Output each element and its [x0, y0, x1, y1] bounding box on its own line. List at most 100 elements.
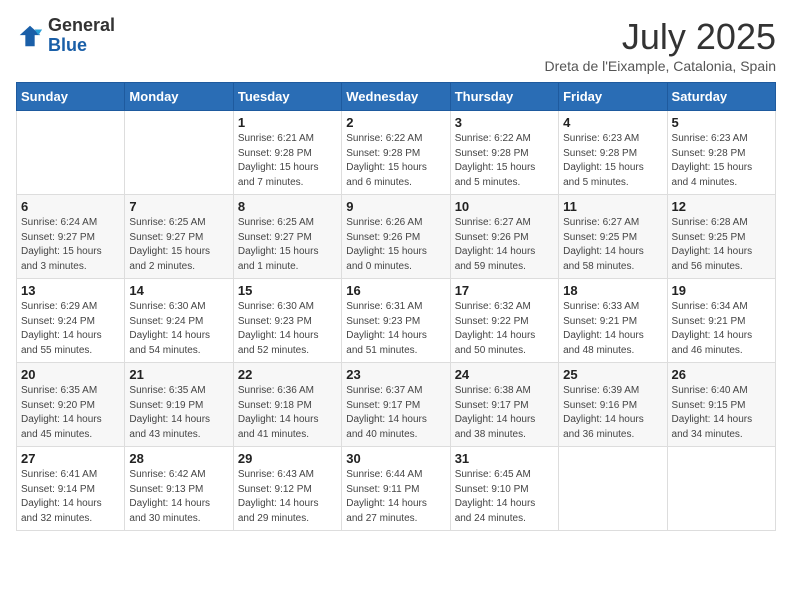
day-number: 5: [672, 115, 771, 130]
day-number: 11: [563, 199, 662, 214]
day-header-tuesday: Tuesday: [233, 83, 341, 111]
day-number: 22: [238, 367, 337, 382]
calendar-week-2: 6 Sunrise: 6:24 AM Sunset: 9:27 PM Daylig…: [17, 195, 776, 279]
day-info: Sunrise: 6:22 AM Sunset: 9:28 PM Dayligh…: [346, 132, 445, 190]
day-number: 10: [455, 199, 554, 214]
logo: General Blue: [16, 16, 115, 56]
day-info: Sunrise: 6:44 AM Sunset: 9:11 PM Dayligh…: [346, 468, 445, 526]
day-info: Sunrise: 6:25 AM Sunset: 9:27 PM Dayligh…: [129, 216, 228, 274]
title-block: July 2025 Dreta de l'Eixample, Catalonia…: [545, 16, 776, 74]
calendar-cell: 1 Sunrise: 6:21 AM Sunset: 9:28 PM Daylig…: [233, 111, 341, 195]
day-info: Sunrise: 6:39 AM Sunset: 9:16 PM Dayligh…: [563, 384, 662, 442]
calendar-cell: 5 Sunrise: 6:23 AM Sunset: 9:28 PM Daylig…: [667, 111, 775, 195]
calendar-cell: 11Sunrise: 6:27 AM Sunset: 9:25 PM Dayli…: [559, 195, 667, 279]
day-number: 7: [129, 199, 228, 214]
calendar-cell: 18 Sunrise: 6:33 AM Sunset: 9:21 PM Dayli…: [559, 279, 667, 363]
day-header-saturday: Saturday: [667, 83, 775, 111]
day-info: Sunrise: 6:34 AM Sunset: 9:21 PM Dayligh…: [672, 300, 771, 358]
calendar-cell: 31 Sunrise: 6:45 AM Sunset: 9:10 PM Dayli…: [450, 447, 558, 531]
day-number: 24: [455, 367, 554, 382]
calendar-cell: 4Sunrise: 6:23 AM Sunset: 9:28 PM Daylig…: [559, 111, 667, 195]
logo-icon: [16, 22, 44, 50]
calendar-cell: 16 Sunrise: 6:31 AM Sunset: 9:23 PM Dayli…: [342, 279, 450, 363]
calendar-cell: 13 Sunrise: 6:29 AM Sunset: 9:24 PM Dayli…: [17, 279, 125, 363]
calendar-cell: 21Sunrise: 6:35 AM Sunset: 9:19 PM Dayli…: [125, 363, 233, 447]
logo-text: General Blue: [48, 16, 115, 56]
calendar-table: SundayMondayTuesdayWednesdayThursdayFrid…: [16, 82, 776, 531]
calendar-cell: 3 Sunrise: 6:22 AM Sunset: 9:28 PM Daylig…: [450, 111, 558, 195]
header-row: SundayMondayTuesdayWednesdayThursdayFrid…: [17, 83, 776, 111]
calendar-week-5: 27 Sunrise: 6:41 AM Sunset: 9:14 PM Dayli…: [17, 447, 776, 531]
calendar-cell: 28Sunrise: 6:42 AM Sunset: 9:13 PM Dayli…: [125, 447, 233, 531]
calendar-week-3: 13 Sunrise: 6:29 AM Sunset: 9:24 PM Dayli…: [17, 279, 776, 363]
day-info: Sunrise: 6:24 AM Sunset: 9:27 PM Dayligh…: [21, 216, 120, 274]
calendar-cell: 10 Sunrise: 6:27 AM Sunset: 9:26 PM Dayli…: [450, 195, 558, 279]
day-number: 17: [455, 283, 554, 298]
calendar-cell: 26Sunrise: 6:40 AM Sunset: 9:15 PM Dayli…: [667, 363, 775, 447]
day-number: 16: [346, 283, 445, 298]
day-header-monday: Monday: [125, 83, 233, 111]
day-info: Sunrise: 6:30 AM Sunset: 9:24 PM Dayligh…: [129, 300, 228, 358]
day-number: 30: [346, 451, 445, 466]
day-number: 15: [238, 283, 337, 298]
calendar-cell: 9 Sunrise: 6:26 AM Sunset: 9:26 PM Daylig…: [342, 195, 450, 279]
calendar-cell: 17 Sunrise: 6:32 AM Sunset: 9:22 PM Dayli…: [450, 279, 558, 363]
day-info: Sunrise: 6:26 AM Sunset: 9:26 PM Dayligh…: [346, 216, 445, 274]
month-year-title: July 2025: [545, 16, 776, 58]
calendar-cell: 29Sunrise: 6:43 AM Sunset: 9:12 PM Dayli…: [233, 447, 341, 531]
day-header-friday: Friday: [559, 83, 667, 111]
calendar-cell: 27 Sunrise: 6:41 AM Sunset: 9:14 PM Dayli…: [17, 447, 125, 531]
calendar-cell: 22Sunrise: 6:36 AM Sunset: 9:18 PM Dayli…: [233, 363, 341, 447]
calendar-cell: 8 Sunrise: 6:25 AM Sunset: 9:27 PM Daylig…: [233, 195, 341, 279]
day-number: 31: [455, 451, 554, 466]
calendar-cell: 2Sunrise: 6:22 AM Sunset: 9:28 PM Daylig…: [342, 111, 450, 195]
day-info: Sunrise: 6:29 AM Sunset: 9:24 PM Dayligh…: [21, 300, 120, 358]
day-number: 18: [563, 283, 662, 298]
calendar-cell: 19Sunrise: 6:34 AM Sunset: 9:21 PM Dayli…: [667, 279, 775, 363]
day-info: Sunrise: 6:38 AM Sunset: 9:17 PM Dayligh…: [455, 384, 554, 442]
logo-blue-text: Blue: [48, 36, 115, 56]
day-info: Sunrise: 6:25 AM Sunset: 9:27 PM Dayligh…: [238, 216, 337, 274]
day-info: Sunrise: 6:28 AM Sunset: 9:25 PM Dayligh…: [672, 216, 771, 274]
day-info: Sunrise: 6:30 AM Sunset: 9:23 PM Dayligh…: [238, 300, 337, 358]
day-info: Sunrise: 6:35 AM Sunset: 9:19 PM Dayligh…: [129, 384, 228, 442]
day-info: Sunrise: 6:22 AM Sunset: 9:28 PM Dayligh…: [455, 132, 554, 190]
day-info: Sunrise: 6:23 AM Sunset: 9:28 PM Dayligh…: [672, 132, 771, 190]
calendar-cell: [559, 447, 667, 531]
day-number: 9: [346, 199, 445, 214]
calendar-cell: 23Sunrise: 6:37 AM Sunset: 9:17 PM Dayli…: [342, 363, 450, 447]
day-info: Sunrise: 6:21 AM Sunset: 9:28 PM Dayligh…: [238, 132, 337, 190]
calendar-header: SundayMondayTuesdayWednesdayThursdayFrid…: [17, 83, 776, 111]
day-info: Sunrise: 6:41 AM Sunset: 9:14 PM Dayligh…: [21, 468, 120, 526]
calendar-cell: [125, 111, 233, 195]
day-info: Sunrise: 6:32 AM Sunset: 9:22 PM Dayligh…: [455, 300, 554, 358]
day-number: 27: [21, 451, 120, 466]
day-header-thursday: Thursday: [450, 83, 558, 111]
calendar-body: 1 Sunrise: 6:21 AM Sunset: 9:28 PM Daylig…: [17, 111, 776, 531]
day-info: Sunrise: 6:33 AM Sunset: 9:21 PM Dayligh…: [563, 300, 662, 358]
day-number: 4: [563, 115, 662, 130]
day-info: Sunrise: 6:31 AM Sunset: 9:23 PM Dayligh…: [346, 300, 445, 358]
calendar-cell: 12Sunrise: 6:28 AM Sunset: 9:25 PM Dayli…: [667, 195, 775, 279]
day-info: Sunrise: 6:27 AM Sunset: 9:26 PM Dayligh…: [455, 216, 554, 274]
day-number: 13: [21, 283, 120, 298]
calendar-cell: 25Sunrise: 6:39 AM Sunset: 9:16 PM Dayli…: [559, 363, 667, 447]
calendar-cell: 24 Sunrise: 6:38 AM Sunset: 9:17 PM Dayli…: [450, 363, 558, 447]
calendar-cell: 14 Sunrise: 6:30 AM Sunset: 9:24 PM Dayli…: [125, 279, 233, 363]
day-number: 28: [129, 451, 228, 466]
day-number: 1: [238, 115, 337, 130]
day-number: 26: [672, 367, 771, 382]
calendar-cell: 20Sunrise: 6:35 AM Sunset: 9:20 PM Dayli…: [17, 363, 125, 447]
day-number: 6: [21, 199, 120, 214]
calendar-week-4: 20Sunrise: 6:35 AM Sunset: 9:20 PM Dayli…: [17, 363, 776, 447]
day-number: 8: [238, 199, 337, 214]
calendar-cell: [667, 447, 775, 531]
logo-general-text: General: [48, 16, 115, 36]
calendar-cell: 7 Sunrise: 6:25 AM Sunset: 9:27 PM Daylig…: [125, 195, 233, 279]
day-number: 20: [21, 367, 120, 382]
calendar-cell: 15 Sunrise: 6:30 AM Sunset: 9:23 PM Dayli…: [233, 279, 341, 363]
day-number: 14: [129, 283, 228, 298]
calendar-cell: [17, 111, 125, 195]
day-info: Sunrise: 6:45 AM Sunset: 9:10 PM Dayligh…: [455, 468, 554, 526]
day-number: 3: [455, 115, 554, 130]
